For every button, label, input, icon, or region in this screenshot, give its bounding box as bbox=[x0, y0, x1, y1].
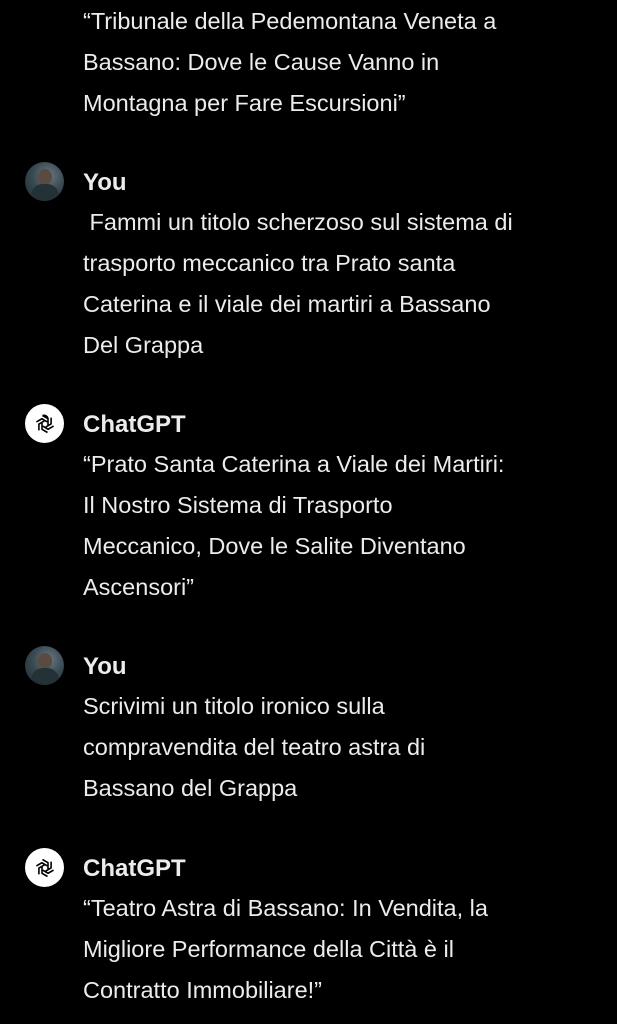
message-line: Bassano del Grappa bbox=[83, 775, 298, 801]
message-line: Montagna per Fare Escursioni” bbox=[83, 90, 406, 116]
message-line: Ascensori” bbox=[83, 574, 195, 600]
openai-logo-icon bbox=[25, 848, 64, 887]
user-avatar-icon bbox=[25, 646, 64, 685]
message-line: compravendita del teatro astra di bbox=[83, 734, 426, 760]
user-avatar-icon bbox=[25, 162, 64, 201]
message-line: Il Nostro Sistema di Trasporto bbox=[83, 492, 393, 518]
message-line: “Teatro Astra di Bassano: In Vendita, la bbox=[83, 895, 488, 921]
message-line: trasporto meccanico tra Prato santa bbox=[83, 250, 456, 276]
message-line: Del Grappa bbox=[83, 332, 204, 358]
message-line: Fammi un titolo scherzoso sul sistema di bbox=[83, 209, 513, 235]
message-line: Contratto Immobiliare!” bbox=[83, 977, 322, 1003]
message-line: Migliore Performance della Città è il bbox=[83, 936, 454, 962]
message-line: “Prato Santa Caterina a Viale dei Martir… bbox=[83, 451, 505, 477]
message-author: ChatGPT bbox=[83, 411, 186, 438]
message-text: “Prato Santa Caterina a Viale dei Martir… bbox=[83, 444, 593, 608]
message-text: Fammi un titolo scherzoso sul sistema di… bbox=[83, 202, 593, 366]
message-text: Scrivimi un titolo ironico sulla comprav… bbox=[83, 686, 593, 809]
message-line: “Tribunale della Pedemontana Veneta a bbox=[83, 8, 497, 34]
openai-logo-icon bbox=[25, 404, 64, 443]
message-line: Scrivimi un titolo ironico sulla bbox=[83, 693, 385, 719]
message-text: “Tribunale della Pedemontana Veneta a Ba… bbox=[83, 1, 593, 124]
message-author: ChatGPT bbox=[83, 855, 186, 882]
message-line: Meccanico, Dove le Salite Diventano bbox=[83, 533, 466, 559]
message-line: Bassano: Dove le Cause Vanno in bbox=[83, 49, 440, 75]
message-line: Caterina e il viale dei martiri a Bassan… bbox=[83, 291, 491, 317]
message-author: You bbox=[83, 653, 127, 680]
message-author: You bbox=[83, 169, 127, 196]
message-text: “Teatro Astra di Bassano: In Vendita, la… bbox=[83, 888, 593, 1011]
